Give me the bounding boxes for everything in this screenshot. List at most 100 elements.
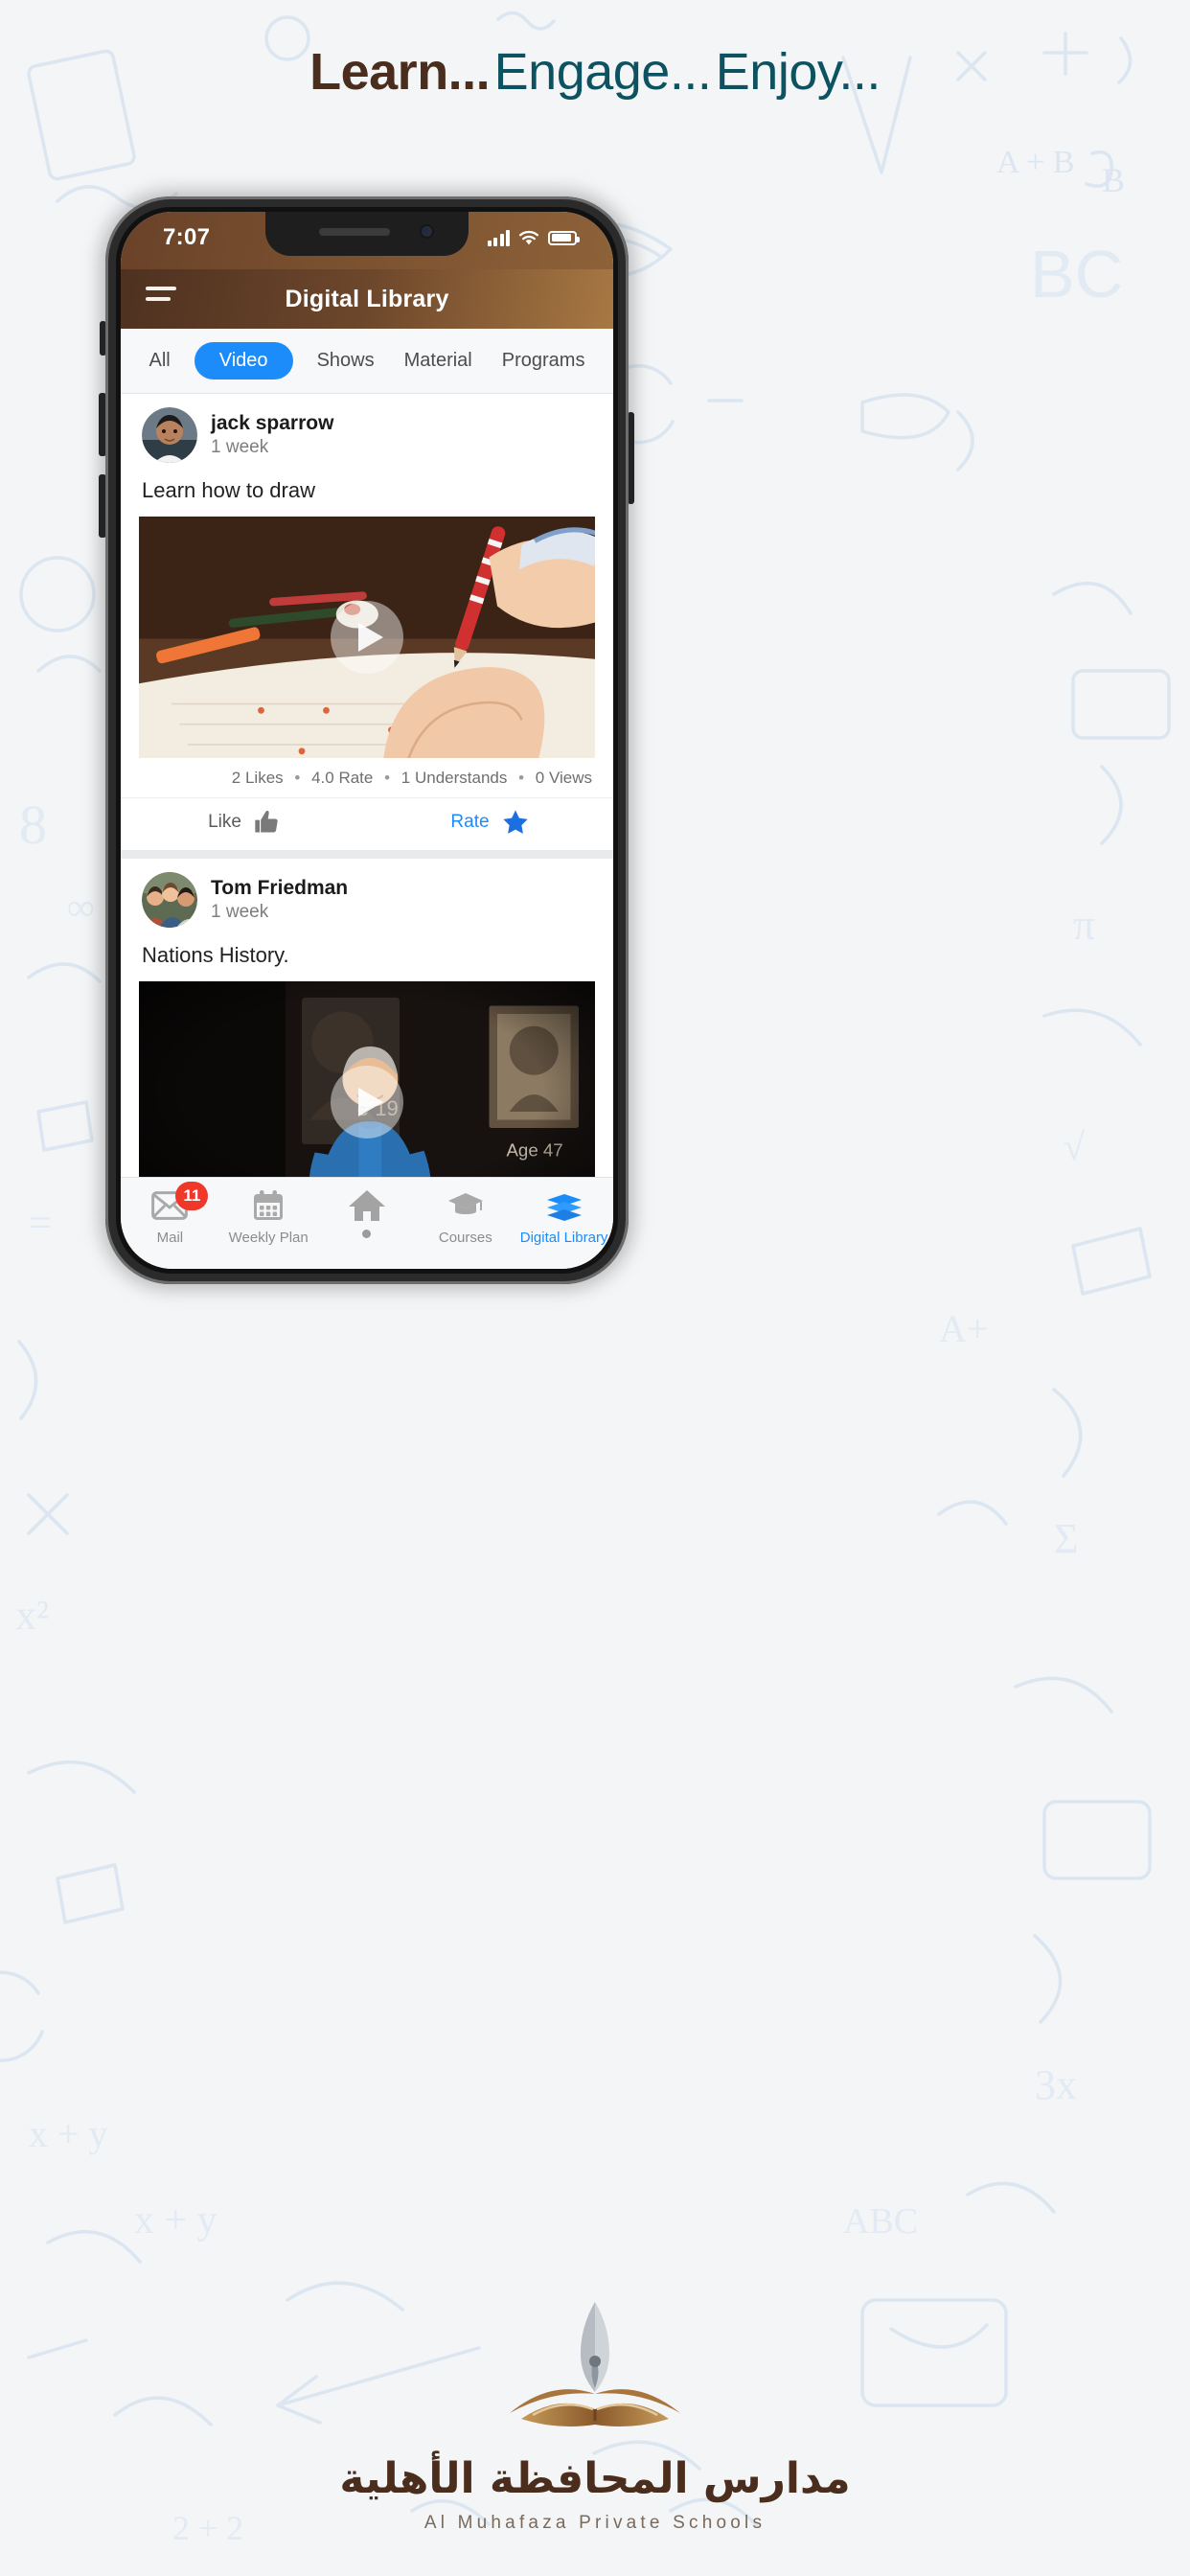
like-label: Like [208,812,241,833]
bottom-nav-item-mail[interactable]: 11 Mail [121,1182,219,1246]
stat-separator: • [294,769,301,788]
tab-programs[interactable]: Programs [496,342,591,380]
post-timestamp: 1 week [211,902,269,923]
calendar-icon [254,1190,284,1220]
tab-material[interactable]: Material [399,342,478,380]
tab-video[interactable]: Video [194,342,293,380]
cellular-bars-icon [487,229,510,246]
post-media-video[interactable] [139,517,595,759]
svg-text:3x: 3x [1035,2061,1077,2108]
svg-text:π: π [1073,900,1095,949]
bottom-nav-item-courses[interactable]: Courses [416,1187,515,1246]
post-author-name: jack sparrow [211,411,334,434]
like-button[interactable]: Like [121,809,367,836]
tab-all[interactable]: All [144,342,176,380]
wifi-icon [518,230,539,244]
bottom-nav-icon-wrap [447,1187,484,1224]
home-icon [348,1190,385,1221]
play-button-icon[interactable] [331,1066,403,1139]
post-actions: Like Rate [121,797,613,850]
phone-screen: 7:07 Digital Library All Video Shows Mat… [121,212,613,1269]
post-header: Tom Friedman 1 week [121,859,613,933]
post-media-wrapper [121,517,613,759]
headline-engage: Engage... [493,43,712,101]
phone-notch [265,212,469,256]
filter-tab-bar: All Video Shows Material Programs [121,329,613,394]
post-header: jack sparrow 1 week [121,394,613,469]
status-bar-indicators [487,229,580,246]
home-active-dot [362,1230,372,1238]
svg-text:8: 8 [19,794,47,856]
avatar[interactable] [142,407,197,463]
bottom-nav-icon-wrap [347,1187,387,1224]
app-bar: Digital Library [121,269,613,329]
bottom-nav-item-home[interactable] [318,1187,417,1244]
earpiece-speaker [319,228,390,236]
svg-text:BC: BC [1030,237,1123,311]
school-logo-mark [0,2298,1190,2452]
svg-text:B: B [1102,161,1125,199]
svg-text:x + y: x + y [134,2198,217,2242]
page-title: Digital Library [285,285,449,312]
svg-text:x + y: x + y [29,2112,108,2155]
bottom-nav-label-digital-library: Digital Library [519,1230,608,1246]
svg-text:Σ: Σ [1054,1515,1079,1562]
battery-icon [548,230,580,245]
play-button-icon[interactable] [331,601,403,675]
phone-frame: 7:07 Digital Library All Video Shows Mat… [105,196,629,1284]
svg-text:ABC: ABC [843,2201,918,2242]
phone-power-button[interactable] [628,412,634,504]
star-icon [502,810,528,835]
bottom-nav-label-mail: Mail [156,1230,184,1246]
status-bar-time: 7:07 [163,224,211,250]
phone-bezel: 7:07 Digital Library All Video Shows Mat… [116,207,618,1274]
svg-text:A+: A+ [939,1307,988,1350]
stat-separator: • [384,769,391,788]
avatar[interactable] [142,872,197,929]
school-name-arabic: مدارس المحافظة الأهلية [339,2454,851,2503]
school-branding: مدارس المحافظة الأهلية Al Muhafaza Priva… [0,2298,1190,2534]
poster-headline: Learn... Engage... Enjoy... [0,42,1190,102]
svg-text:=: = [29,1202,52,1246]
phone-mockup: 7:07 Digital Library All Video Shows Mat… [99,191,634,1290]
front-camera [420,224,434,239]
post-author-name: Tom Friedman [211,876,349,899]
svg-text:∞: ∞ [67,886,95,929]
post-text: Learn how to draw [142,478,315,502]
post-author-block: Tom Friedman 1 week [211,876,348,925]
hamburger-menu-icon[interactable] [146,287,176,301]
bottom-nav-label-weekly-plan: Weekly Plan [228,1230,309,1246]
stat-separator: • [518,769,525,788]
school-name-english: Al Muhafaza Private Schools [423,2513,767,2533]
bottom-nav-icon-wrap [252,1187,285,1224]
stat-understands: 1 Understands [400,769,508,788]
bottom-nav-icon-wrap [545,1187,584,1224]
bottom-nav-label-courses: Courses [438,1230,492,1246]
svg-text:√: √ [1064,1125,1085,1168]
post-media-wrapper: Age 47 e 19 [121,981,613,1177]
status-bar: 7:07 [121,212,613,269]
svg-text:x²: x² [15,1592,49,1639]
post-card: Tom Friedman 1 week Nations History. [121,859,613,1177]
stat-rate: 4.0 Rate [311,769,374,788]
thumbs-up-icon [255,811,278,833]
post-text: Nations History. [142,943,289,968]
svg-text:A + B: A + B [996,145,1075,180]
post-feed[interactable]: jack sparrow 1 week Learn how to draw 2 … [121,394,613,1177]
bottom-nav-item-weekly-plan[interactable]: Weekly Plan [219,1187,318,1246]
bottom-nav-bar: 11 Mail Weekly Plan Courses Digital Libr… [121,1177,613,1269]
post-author-block: jack sparrow 1 week [211,411,333,460]
rate-button[interactable]: Rate [367,808,613,837]
post-stats: 2 Likes • 4.0 Rate • 1 Understands • 0 V… [121,758,613,797]
stat-views: 0 Views [535,769,592,788]
mail-badge-count: 11 [175,1182,209,1210]
post-media-video[interactable]: Age 47 e 19 [139,981,595,1177]
stat-likes: 2 Likes [231,769,284,788]
bottom-nav-item-digital-library[interactable]: Digital Library [515,1187,613,1246]
headline-enjoy: Enjoy... [715,43,881,101]
post-timestamp: 1 week [211,436,269,457]
post-card: jack sparrow 1 week Learn how to draw 2 … [121,394,613,851]
headline-learn: Learn... [309,43,491,101]
books-icon [546,1194,582,1221]
tab-shows[interactable]: Shows [311,342,380,380]
